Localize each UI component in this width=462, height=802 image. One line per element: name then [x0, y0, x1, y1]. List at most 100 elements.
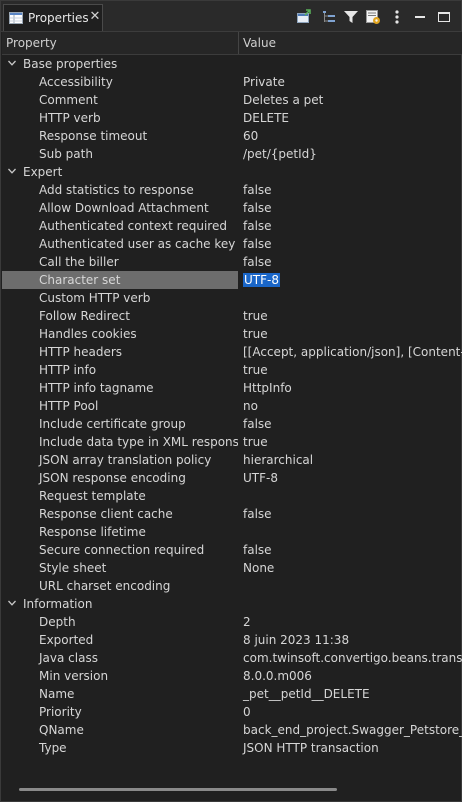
property-value-cell[interactable]: false: [240, 181, 462, 199]
table-row[interactable]: Response timeout 60: [2, 127, 462, 145]
table-row[interactable]: Priority 0: [2, 703, 462, 721]
property-value-cell[interactable]: back_end_project.Swagger_Petstore___Op: [240, 721, 462, 739]
category-row[interactable]: Expert: [2, 163, 462, 181]
table-row[interactable]: Include certificate group false: [2, 415, 462, 433]
table-row[interactable]: Include data type in XML response no true: [2, 433, 462, 451]
column-divider[interactable]: [238, 32, 239, 54]
property-name-cell[interactable]: Allow Download Attachment: [2, 199, 238, 217]
property-value-cell[interactable]: 60: [240, 127, 462, 145]
property-name-cell[interactable]: QName: [2, 721, 238, 739]
minimize-icon[interactable]: [412, 9, 428, 25]
property-name-cell[interactable]: Exported: [2, 631, 238, 649]
chevron-down-icon[interactable]: [8, 167, 16, 175]
property-name-cell[interactable]: Base properties: [2, 55, 238, 73]
property-value-cell[interactable]: 8 juin 2023 11:38: [240, 631, 462, 649]
table-row[interactable]: HTTP info true: [2, 361, 462, 379]
table-row[interactable]: Authenticated context required false: [2, 217, 462, 235]
property-name-cell[interactable]: Java class: [2, 649, 238, 667]
chevron-down-icon[interactable]: [8, 59, 16, 67]
property-name-cell[interactable]: Handles cookies: [2, 325, 238, 343]
property-value-cell[interactable]: false: [240, 541, 462, 559]
horizontal-scrollbar[interactable]: [19, 788, 337, 791]
table-row[interactable]: Comment Deletes a pet: [2, 91, 462, 109]
table-row[interactable]: Depth 2: [2, 613, 462, 631]
table-row[interactable]: Handles cookies true: [2, 325, 462, 343]
chevron-down-icon[interactable]: [8, 599, 16, 607]
property-value-cell[interactable]: 0: [240, 703, 462, 721]
column-header-property[interactable]: Property: [6, 36, 57, 50]
property-name-cell[interactable]: Authenticated context required: [2, 217, 238, 235]
property-name-cell[interactable]: Sub path: [2, 145, 238, 163]
close-icon[interactable]: ✕: [88, 10, 102, 24]
property-name-cell[interactable]: URL charset encoding: [2, 577, 238, 595]
view-menu-icon[interactable]: [389, 9, 405, 25]
property-value-cell[interactable]: [240, 577, 462, 595]
property-name-cell[interactable]: HTTP info: [2, 361, 238, 379]
property-name-cell[interactable]: Include certificate group: [2, 415, 238, 433]
property-value-cell[interactable]: no: [240, 397, 462, 415]
property-value-cell[interactable]: false: [240, 199, 462, 217]
property-value-cell[interactable]: HttpInfo: [240, 379, 462, 397]
property-value-cell[interactable]: /pet/{petId}: [240, 145, 462, 163]
property-value-cell[interactable]: UTF-8: [240, 469, 462, 487]
property-value-cell[interactable]: JSON HTTP transaction: [240, 739, 462, 757]
property-value-cell[interactable]: false: [240, 253, 462, 271]
table-row[interactable]: Add statistics to response false: [2, 181, 462, 199]
property-value-cell[interactable]: [240, 523, 462, 541]
tab-properties[interactable]: Properties ✕: [3, 4, 103, 31]
property-name-cell[interactable]: JSON array translation policy: [2, 451, 238, 469]
property-name-cell[interactable]: Priority: [2, 703, 238, 721]
property-name-cell[interactable]: Comment: [2, 91, 238, 109]
property-name-cell[interactable]: Custom HTTP verb: [2, 289, 238, 307]
property-name-cell[interactable]: Character set: [2, 271, 238, 289]
table-row[interactable]: HTTP verb DELETE: [2, 109, 462, 127]
property-name-cell[interactable]: Response timeout: [2, 127, 238, 145]
table-row[interactable]: QName back_end_project.Swagger_Petstore__…: [2, 721, 462, 739]
property-name-cell[interactable]: HTTP verb: [2, 109, 238, 127]
property-value-cell[interactable]: hierarchical: [240, 451, 462, 469]
table-row[interactable]: HTTP Pool no: [2, 397, 462, 415]
table-row[interactable]: Min version 8.0.0.m006: [2, 667, 462, 685]
property-name-cell[interactable]: JSON response encoding: [2, 469, 238, 487]
property-name-cell[interactable]: Authenticated user as cache key: [2, 235, 238, 253]
property-value-cell[interactable]: true: [240, 307, 462, 325]
property-value-cell[interactable]: 2: [240, 613, 462, 631]
property-value-cell[interactable]: true: [240, 325, 462, 343]
property-name-cell[interactable]: Response lifetime: [2, 523, 238, 541]
property-name-cell[interactable]: HTTP headers: [2, 343, 238, 361]
table-row[interactable]: Response client cache false: [2, 505, 462, 523]
table-row[interactable]: HTTP headers [[Accept, application/json],…: [2, 343, 462, 361]
property-name-cell[interactable]: Request template: [2, 487, 238, 505]
table-row[interactable]: URL charset encoding: [2, 577, 462, 595]
table-row[interactable]: JSON response encoding UTF-8: [2, 469, 462, 487]
filter-icon[interactable]: [343, 9, 359, 25]
table-row[interactable]: Name _pet__petId__DELETE: [2, 685, 462, 703]
table-row[interactable]: Java class com.twinsoft.convertigo.beans.…: [2, 649, 462, 667]
property-value-cell[interactable]: DELETE: [240, 109, 462, 127]
property-value-cell[interactable]: true: [240, 361, 462, 379]
table-row[interactable]: Allow Download Attachment false: [2, 199, 462, 217]
property-name-cell[interactable]: Information: [2, 595, 238, 613]
property-value-cell[interactable]: [[Accept, application/json], [Content-Ty…: [240, 343, 462, 361]
property-value-cell[interactable]: false: [240, 415, 462, 433]
property-name-cell[interactable]: Type: [2, 739, 238, 757]
property-name-cell[interactable]: Expert: [2, 163, 238, 181]
property-value-cell[interactable]: _pet__petId__DELETE: [240, 685, 462, 703]
new-window-icon[interactable]: [296, 9, 312, 25]
table-row[interactable]: Secure connection required false: [2, 541, 462, 559]
category-row[interactable]: Base properties: [2, 55, 462, 73]
property-value-cell[interactable]: false: [240, 217, 462, 235]
property-name-cell[interactable]: Secure connection required: [2, 541, 238, 559]
table-row[interactable]: HTTP info tagname HttpInfo: [2, 379, 462, 397]
property-value-cell[interactable]: true: [240, 433, 462, 451]
property-name-cell[interactable]: Name: [2, 685, 238, 703]
table-row[interactable]: Call the biller false: [2, 253, 462, 271]
category-row[interactable]: Information: [2, 595, 462, 613]
table-row[interactable]: Request template: [2, 487, 462, 505]
table-row[interactable]: JSON array translation policy hierarchica…: [2, 451, 462, 469]
maximize-icon[interactable]: [436, 9, 452, 25]
property-name-cell[interactable]: HTTP Pool: [2, 397, 238, 415]
table-row[interactable]: Custom HTTP verb: [2, 289, 462, 307]
property-name-cell[interactable]: Follow Redirect: [2, 307, 238, 325]
property-value-cell[interactable]: com.twinsoft.convertigo.beans.transactio: [240, 649, 462, 667]
